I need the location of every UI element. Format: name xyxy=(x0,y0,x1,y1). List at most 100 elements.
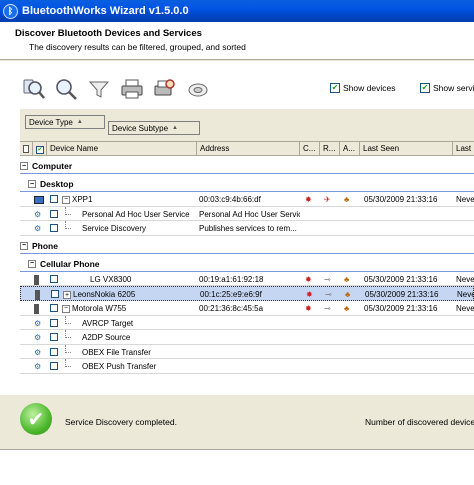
select-all-checkbox[interactable]: ✔ xyxy=(36,146,44,154)
show-services-option[interactable]: ✔ Show servic xyxy=(420,83,474,93)
table-row-selected[interactable]: + LeonsNokia 6205 00:1c:25:e9:e6:9f ✸ ⊸ ♣… xyxy=(20,286,474,301)
table-row[interactable]: LG VX8300 00:19:a1:61:92:18 ✸ ⊸ ♣ 05/30/… xyxy=(20,272,474,287)
row-checkbox[interactable] xyxy=(48,272,60,286)
refresh-icon xyxy=(188,83,208,97)
window-title: BluetoothWorks Wizard v1.5.0.0 xyxy=(22,5,189,17)
print-preview-button[interactable] xyxy=(152,76,178,102)
show-devices-checkbox[interactable]: ✔ xyxy=(330,83,340,93)
computer-icon xyxy=(32,192,46,206)
row-checkbox[interactable] xyxy=(48,359,60,373)
collapse-icon[interactable]: − xyxy=(20,241,28,250)
group-row-phone[interactable]: − Phone xyxy=(20,236,474,254)
table-row[interactable]: ⚙ OBEX File Transfer xyxy=(20,344,474,360)
print-icon xyxy=(121,79,143,99)
collapse-icon[interactable]: − xyxy=(28,180,36,188)
print-button[interactable] xyxy=(119,76,145,102)
last-seen-cell: 05/30/2009 21:33:16 xyxy=(365,290,439,300)
last-used-cell: Never xyxy=(456,274,474,284)
bluetooth-icon: ᛒ xyxy=(3,3,18,19)
last-used-cell: Never xyxy=(457,290,474,300)
service-description-cell: Personal Ad Hoc User Service xyxy=(199,209,300,219)
row-checkbox[interactable] xyxy=(48,345,60,359)
connected-icon: ✸ xyxy=(305,274,312,284)
column-header-c[interactable]: C... xyxy=(300,142,320,156)
group-device-type[interactable]: Device Type ▲ xyxy=(25,115,105,129)
row-checkbox[interactable] xyxy=(48,301,60,315)
wizard-footer xyxy=(0,449,474,485)
page-title: Discover Bluetooth Devices and Services xyxy=(15,28,202,39)
group-label: Phone xyxy=(32,240,58,251)
row-checkbox[interactable] xyxy=(49,287,61,301)
table-row[interactable]: ⚙ A2DP Source xyxy=(20,330,474,345)
address-cell: 00:1c:25:e9:e6:9f xyxy=(200,290,262,300)
tree-connector xyxy=(65,315,71,324)
table-row[interactable]: ⚙ AVRCP Target xyxy=(20,315,474,331)
group-label: Cellular Phone xyxy=(40,258,100,269)
table-row[interactable]: − XPP1 00:03:c9:4b:66:df ✸ ✈ ♣ 05/30/2009… xyxy=(20,192,474,207)
tree-connector xyxy=(65,344,71,353)
discover-services-button[interactable] xyxy=(53,76,79,102)
column-header-icon[interactable] xyxy=(20,142,33,156)
table-row[interactable]: ⚙ Service Discovery Publishes services t… xyxy=(20,221,474,236)
table-row[interactable]: − Motorola W755 00:21:36:8c:45:5a ✸ ⊸ ♣ 0… xyxy=(20,301,474,316)
column-header-last-seen[interactable]: Last Seen xyxy=(360,142,453,156)
group-device-subtype[interactable]: Device Subtype ▲ xyxy=(108,121,200,135)
column-header-last[interactable]: Last I xyxy=(453,142,474,156)
row-checkbox[interactable] xyxy=(48,316,60,330)
grid-header: ✔ Device Name Address C... R... A... Las… xyxy=(20,142,474,156)
column-header-name[interactable]: Device Name xyxy=(47,142,197,156)
discover-services-icon xyxy=(56,79,77,100)
print-preview-icon xyxy=(154,79,175,96)
address-cell: 00:03:c9:4b:66:df xyxy=(199,195,261,204)
service-description-cell: Publishes services to rem... xyxy=(199,224,297,234)
authenticated-icon: ♣ xyxy=(345,290,351,300)
table-row[interactable]: ⚙ Personal Ad Hoc User Service Personal … xyxy=(20,206,474,222)
device-name-cell: − Motorola W755 xyxy=(62,303,127,313)
expand-icon[interactable]: − xyxy=(62,304,70,313)
last-used-cell: Never xyxy=(456,303,474,313)
group-row-cellular[interactable]: − Cellular Phone xyxy=(20,254,474,272)
show-devices-option[interactable]: ✔ Show devices xyxy=(330,83,395,93)
table-row[interactable]: ⚙ OBEX Push Transfer xyxy=(20,359,474,374)
discover-devices-button[interactable] xyxy=(20,76,46,102)
service-name-cell: Personal Ad Hoc User Service xyxy=(82,209,190,219)
row-checkbox[interactable] xyxy=(48,192,60,206)
group-row-computer[interactable]: − Computer xyxy=(20,156,474,174)
group-label: Desktop xyxy=(40,179,74,189)
show-services-checkbox[interactable]: ✔ xyxy=(420,83,430,93)
column-header-a[interactable]: A... xyxy=(340,142,360,156)
column-header-address[interactable]: Address xyxy=(197,142,300,156)
filter-button[interactable] xyxy=(86,76,112,102)
row-checkbox[interactable] xyxy=(48,221,60,235)
collapse-icon[interactable]: − xyxy=(20,162,28,170)
refresh-button[interactable] xyxy=(185,76,211,102)
show-devices-label: Show devices xyxy=(343,83,396,93)
row-checkbox[interactable] xyxy=(48,330,60,344)
row-checkbox[interactable] xyxy=(48,207,60,221)
service-icon: ⚙ xyxy=(34,209,42,219)
service-name-cell: A2DP Source xyxy=(82,333,131,343)
phone-icon xyxy=(33,287,47,301)
status-message: Service Discovery completed. xyxy=(65,417,177,427)
page-icon xyxy=(23,144,29,153)
filter-icon xyxy=(88,81,110,98)
sort-asc-icon: ▲ xyxy=(172,125,178,131)
service-icon: ⚙ xyxy=(34,333,42,343)
device-count-label: Number of discovered devices: xyxy=(365,417,474,427)
authenticated-icon: ♣ xyxy=(344,274,350,284)
last-used-cell: Never xyxy=(456,195,474,204)
expand-icon[interactable]: + xyxy=(63,291,71,300)
authenticated-icon: ♣ xyxy=(344,303,350,313)
service-icon: ⚙ xyxy=(34,224,42,234)
phone-icon xyxy=(32,301,46,315)
expand-icon[interactable]: − xyxy=(62,195,70,204)
column-header-check[interactable]: ✔ xyxy=(33,142,47,156)
address-cell: 00:19:a1:61:92:18 xyxy=(199,274,264,284)
column-header-r[interactable]: R... xyxy=(320,142,340,156)
service-name-cell: OBEX File Transfer xyxy=(82,347,151,357)
phone-icon xyxy=(32,272,46,286)
collapse-icon[interactable]: − xyxy=(28,259,36,268)
remembered-icon: ⊸ xyxy=(324,303,331,313)
connected-icon: ✸ xyxy=(305,195,312,204)
group-row-desktop[interactable]: − Desktop xyxy=(20,174,474,192)
